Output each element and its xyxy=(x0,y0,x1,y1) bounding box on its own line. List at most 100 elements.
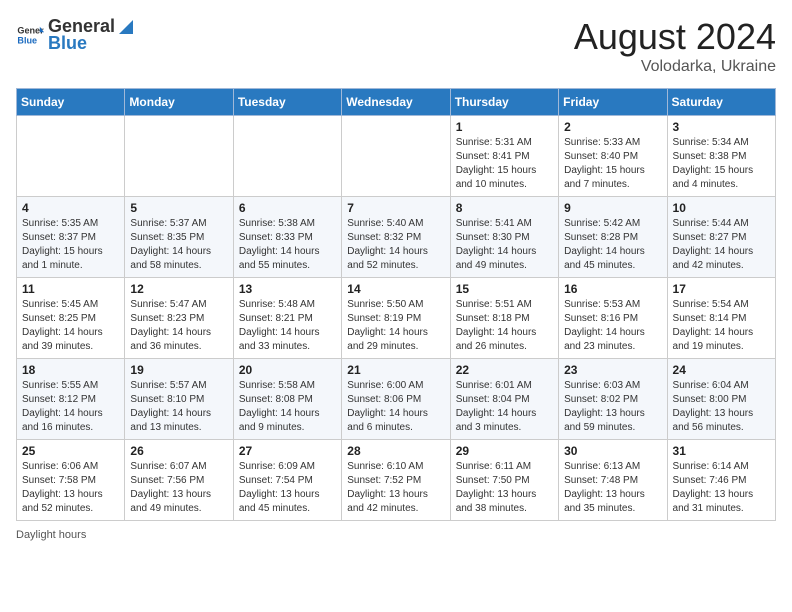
day-info: Sunrise: 5:41 AM Sunset: 8:30 PM Dayligh… xyxy=(456,217,553,273)
day-info: Sunrise: 6:11 AM Sunset: 7:50 PM Dayligh… xyxy=(456,460,553,516)
calendar-day-cell: 18 Sunrise: 5:55 AM Sunset: 8:12 PM Dayli… xyxy=(17,359,125,440)
daylight-hours-label: Daylight hours xyxy=(16,529,86,541)
calendar-day-cell xyxy=(125,116,233,197)
day-number: 13 xyxy=(239,282,336,296)
day-info: Sunrise: 5:48 AM Sunset: 8:21 PM Dayligh… xyxy=(239,298,336,354)
calendar-week-row: 25Sunrise: 6:06 AM Sunset: 7:58 PM Dayli… xyxy=(17,440,776,521)
day-info: Sunrise: 6:03 AM Sunset: 8:02 PM Dayligh… xyxy=(564,379,661,435)
day-info: Sunrise: 5:37 AM Sunset: 8:35 PM Dayligh… xyxy=(130,217,227,273)
day-info: Sunrise: 5:44 AM Sunset: 8:27 PM Dayligh… xyxy=(673,217,770,273)
day-number: 11 xyxy=(22,282,119,296)
day-number: 6 xyxy=(239,201,336,215)
calendar-day-cell: 21Sunrise: 6:00 AM Sunset: 8:06 PM Dayli… xyxy=(342,359,450,440)
calendar-day-cell: 4 Sunrise: 5:35 AM Sunset: 8:37 PM Daylig… xyxy=(17,197,125,278)
weekday-header-saturday: Saturday xyxy=(667,89,775,116)
calendar-day-cell: 31 Sunrise: 6:14 AM Sunset: 7:46 PM Dayli… xyxy=(667,440,775,521)
day-number: 22 xyxy=(456,363,553,377)
calendar-day-cell: 26 Sunrise: 6:07 AM Sunset: 7:56 PM Dayli… xyxy=(125,440,233,521)
day-number: 31 xyxy=(673,444,770,458)
day-info: Sunrise: 6:06 AM Sunset: 7:58 PM Dayligh… xyxy=(22,460,119,516)
logo: General Blue General Blue xyxy=(16,16,135,54)
day-number: 17 xyxy=(673,282,770,296)
day-info: Sunrise: 5:40 AM Sunset: 8:32 PM Dayligh… xyxy=(347,217,444,273)
calendar-day-cell: 28Sunrise: 6:10 AM Sunset: 7:52 PM Dayli… xyxy=(342,440,450,521)
svg-text:Blue: Blue xyxy=(17,35,37,45)
calendar-week-row: 11Sunrise: 5:45 AM Sunset: 8:25 PM Dayli… xyxy=(17,278,776,359)
day-info: Sunrise: 5:33 AM Sunset: 8:40 PM Dayligh… xyxy=(564,136,661,192)
day-info: Sunrise: 5:38 AM Sunset: 8:33 PM Dayligh… xyxy=(239,217,336,273)
logo-icon: General Blue xyxy=(16,21,44,49)
calendar-day-cell: 10 Sunrise: 5:44 AM Sunset: 8:27 PM Dayli… xyxy=(667,197,775,278)
day-info: Sunrise: 6:13 AM Sunset: 7:48 PM Dayligh… xyxy=(564,460,661,516)
day-number: 20 xyxy=(239,363,336,377)
day-number: 16 xyxy=(564,282,661,296)
day-number: 8 xyxy=(456,201,553,215)
day-info: Sunrise: 5:35 AM Sunset: 8:37 PM Dayligh… xyxy=(22,217,119,273)
day-number: 23 xyxy=(564,363,661,377)
calendar-day-cell: 17 Sunrise: 5:54 AM Sunset: 8:14 PM Dayli… xyxy=(667,278,775,359)
weekday-header-sunday: Sunday xyxy=(17,89,125,116)
day-number: 30 xyxy=(564,444,661,458)
day-number: 2 xyxy=(564,120,661,134)
day-info: Sunrise: 5:58 AM Sunset: 8:08 PM Dayligh… xyxy=(239,379,336,435)
day-info: Sunrise: 6:01 AM Sunset: 8:04 PM Dayligh… xyxy=(456,379,553,435)
day-number: 7 xyxy=(347,201,444,215)
calendar-week-row: 4 Sunrise: 5:35 AM Sunset: 8:37 PM Daylig… xyxy=(17,197,776,278)
logo-triangle-icon xyxy=(117,18,135,36)
calendar-day-cell: 9 Sunrise: 5:42 AM Sunset: 8:28 PM Daylig… xyxy=(559,197,667,278)
calendar-day-cell: 29 Sunrise: 6:11 AM Sunset: 7:50 PM Dayli… xyxy=(450,440,558,521)
calendar-day-cell: 14 Sunrise: 5:50 AM Sunset: 8:19 PM Dayli… xyxy=(342,278,450,359)
location-subtitle: Volodarka, Ukraine xyxy=(574,58,776,76)
day-info: Sunrise: 6:00 AM Sunset: 8:06 PM Dayligh… xyxy=(347,379,444,435)
calendar-day-cell: 1Sunrise: 5:31 AM Sunset: 8:41 PM Daylig… xyxy=(450,116,558,197)
calendar-day-cell xyxy=(17,116,125,197)
day-info: Sunrise: 6:07 AM Sunset: 7:56 PM Dayligh… xyxy=(130,460,227,516)
calendar-day-cell xyxy=(233,116,341,197)
day-info: Sunrise: 6:14 AM Sunset: 7:46 PM Dayligh… xyxy=(673,460,770,516)
day-number: 3 xyxy=(673,120,770,134)
day-info: Sunrise: 5:42 AM Sunset: 8:28 PM Dayligh… xyxy=(564,217,661,273)
day-info: Sunrise: 5:54 AM Sunset: 8:14 PM Dayligh… xyxy=(673,298,770,354)
calendar-day-cell: 2 Sunrise: 5:33 AM Sunset: 8:40 PM Daylig… xyxy=(559,116,667,197)
weekday-header-row: SundayMondayTuesdayWednesdayThursdayFrid… xyxy=(17,89,776,116)
weekday-header-friday: Friday xyxy=(559,89,667,116)
day-number: 1 xyxy=(456,120,553,134)
calendar-day-cell: 25Sunrise: 6:06 AM Sunset: 7:58 PM Dayli… xyxy=(17,440,125,521)
weekday-header-thursday: Thursday xyxy=(450,89,558,116)
day-number: 4 xyxy=(22,201,119,215)
page-header: General Blue General Blue August 2024 Vo… xyxy=(16,16,776,76)
title-block: August 2024 Volodarka, Ukraine xyxy=(574,16,776,76)
day-number: 29 xyxy=(456,444,553,458)
day-number: 15 xyxy=(456,282,553,296)
day-number: 14 xyxy=(347,282,444,296)
day-number: 9 xyxy=(564,201,661,215)
day-number: 12 xyxy=(130,282,227,296)
calendar-day-cell: 13 Sunrise: 5:48 AM Sunset: 8:21 PM Dayli… xyxy=(233,278,341,359)
calendar-day-cell: 15 Sunrise: 5:51 AM Sunset: 8:18 PM Dayli… xyxy=(450,278,558,359)
day-number: 18 xyxy=(22,363,119,377)
calendar-day-cell: 5Sunrise: 5:37 AM Sunset: 8:35 PM Daylig… xyxy=(125,197,233,278)
day-info: Sunrise: 5:34 AM Sunset: 8:38 PM Dayligh… xyxy=(673,136,770,192)
day-number: 19 xyxy=(130,363,227,377)
day-info: Sunrise: 6:10 AM Sunset: 7:52 PM Dayligh… xyxy=(347,460,444,516)
day-number: 26 xyxy=(130,444,227,458)
calendar-day-cell: 12 Sunrise: 5:47 AM Sunset: 8:23 PM Dayli… xyxy=(125,278,233,359)
calendar-day-cell: 20 Sunrise: 5:58 AM Sunset: 8:08 PM Dayli… xyxy=(233,359,341,440)
calendar-table: SundayMondayTuesdayWednesdayThursdayFrid… xyxy=(16,88,776,521)
day-info: Sunrise: 5:55 AM Sunset: 8:12 PM Dayligh… xyxy=(22,379,119,435)
day-info: Sunrise: 6:04 AM Sunset: 8:00 PM Dayligh… xyxy=(673,379,770,435)
day-info: Sunrise: 5:50 AM Sunset: 8:19 PM Dayligh… xyxy=(347,298,444,354)
day-number: 24 xyxy=(673,363,770,377)
calendar-day-cell: 7 Sunrise: 5:40 AM Sunset: 8:32 PM Daylig… xyxy=(342,197,450,278)
calendar-day-cell: 27Sunrise: 6:09 AM Sunset: 7:54 PM Dayli… xyxy=(233,440,341,521)
day-info: Sunrise: 5:47 AM Sunset: 8:23 PM Dayligh… xyxy=(130,298,227,354)
day-info: Sunrise: 5:53 AM Sunset: 8:16 PM Dayligh… xyxy=(564,298,661,354)
day-number: 10 xyxy=(673,201,770,215)
weekday-header-monday: Monday xyxy=(125,89,233,116)
calendar-day-cell: 19Sunrise: 5:57 AM Sunset: 8:10 PM Dayli… xyxy=(125,359,233,440)
weekday-header-wednesday: Wednesday xyxy=(342,89,450,116)
calendar-day-cell: 3 Sunrise: 5:34 AM Sunset: 8:38 PM Daylig… xyxy=(667,116,775,197)
footer: Daylight hours xyxy=(16,529,776,541)
day-info: Sunrise: 5:51 AM Sunset: 8:18 PM Dayligh… xyxy=(456,298,553,354)
calendar-day-cell xyxy=(342,116,450,197)
